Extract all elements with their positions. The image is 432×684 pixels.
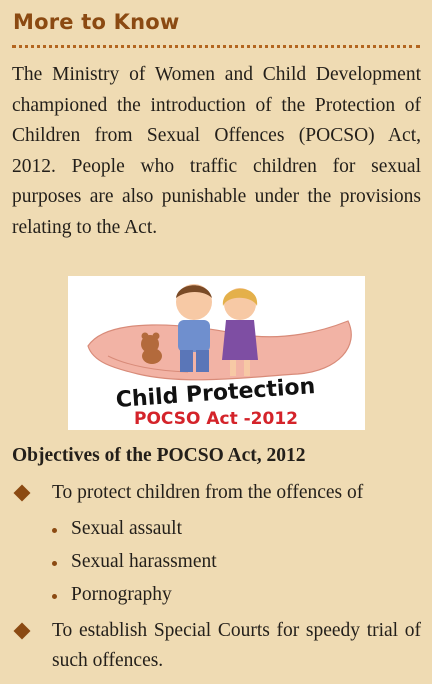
sub-item-2: Sexual harassment	[52, 547, 217, 577]
more-to-know-box: More to Know The Ministry of Women and C…	[0, 0, 432, 684]
child-protection-illustration: Child Protection POCSO Act -2012	[68, 276, 365, 430]
sub-item-1: Sexual assault	[52, 514, 182, 544]
objective-text-2: To establish Special Courts for speedy t…	[52, 620, 421, 671]
sub-item-3: Pornography	[52, 580, 172, 610]
intro-paragraph: The Ministry of Women and Child Developm…	[12, 64, 421, 238]
dotted-divider	[12, 45, 420, 48]
objective-bullet-1: To protect children from the offences of	[13, 478, 421, 508]
diamond-bullet-icon	[13, 622, 31, 640]
dot-bullet-icon	[52, 594, 57, 599]
objectives-title: Objectives of the POCSO Act, 2012	[12, 445, 306, 466]
dot-bullet-icon	[52, 561, 57, 566]
objective-bullet-2: To establish Special Courts for speedy t…	[13, 616, 421, 676]
objective-text-1: To protect children from the offences of	[52, 482, 364, 503]
dot-bullet-icon	[52, 528, 57, 533]
diamond-bullet-icon	[13, 484, 31, 502]
box-title: More to Know	[13, 10, 180, 34]
illustration-caption-line2: POCSO Act -2012	[134, 409, 298, 429]
